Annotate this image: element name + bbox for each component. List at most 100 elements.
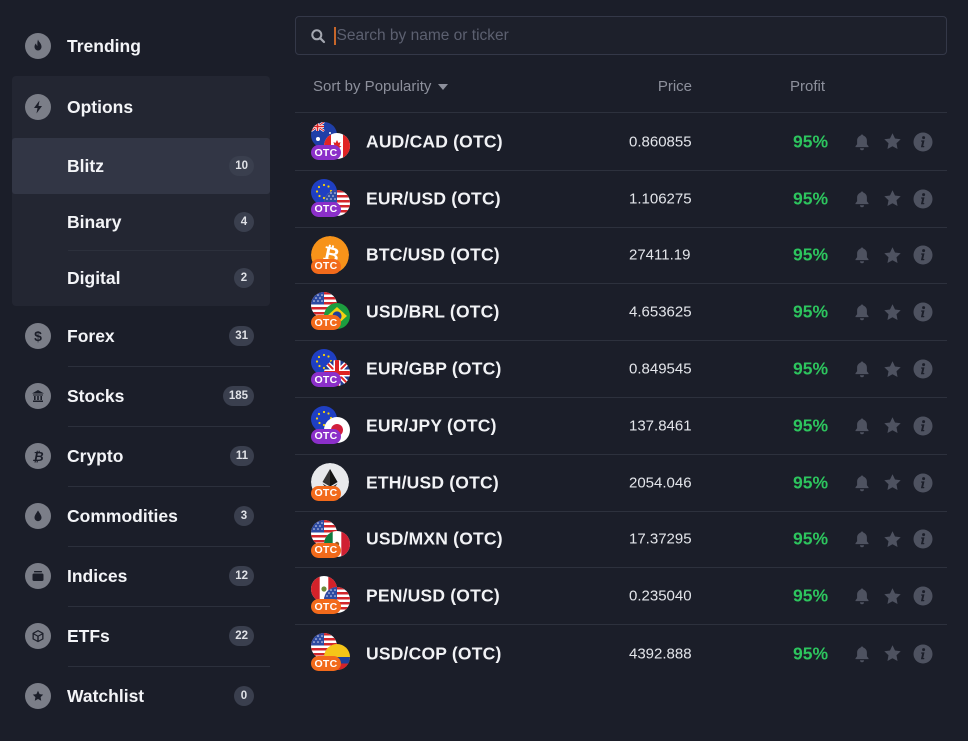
- asset-profit: 95%: [793, 188, 829, 209]
- asset-icon: OTC: [311, 519, 351, 560]
- asset-profit: 95%: [793, 415, 829, 436]
- otc-badge: OTC: [311, 485, 341, 501]
- bell-icon[interactable]: [851, 131, 873, 153]
- info-icon[interactable]: [912, 301, 934, 323]
- count-badge: 12: [229, 566, 254, 586]
- sidebar-item-stocks[interactable]: Stocks 185: [12, 366, 270, 426]
- cube-icon: [25, 623, 51, 649]
- asset-row[interactable]: OTC AUD/CAD (OTC) 0.860855 95%: [295, 114, 947, 171]
- asset-icon: OTC: [311, 292, 351, 332]
- sidebar-item-label: ETFs: [67, 625, 110, 646]
- star-icon[interactable]: [881, 472, 903, 494]
- bell-icon[interactable]: [851, 244, 873, 266]
- info-icon[interactable]: [912, 528, 934, 550]
- asset-name: EUR/JPY (OTC): [366, 415, 497, 436]
- drop-icon: [25, 503, 51, 529]
- dollar-icon: $: [25, 323, 51, 349]
- sidebar: Trending Options Blitz 10 Binary 4 Digit…: [12, 16, 270, 726]
- asset-name: EUR/GBP (OTC): [366, 358, 502, 379]
- sidebar-item-digital[interactable]: Digital 2: [12, 250, 270, 306]
- asset-icon: OTC: [311, 462, 351, 503]
- asset-row[interactable]: OTC USD/COP (OTC) 4392.888 95%: [295, 625, 947, 682]
- info-icon[interactable]: [912, 415, 934, 437]
- search-icon: [311, 28, 326, 43]
- info-icon[interactable]: [912, 585, 934, 607]
- sidebar-item-blitz[interactable]: Blitz 10: [12, 138, 270, 194]
- star-icon[interactable]: [881, 585, 903, 607]
- asset-price: 137.8461: [629, 417, 692, 435]
- asset-icon: OTC: [311, 405, 351, 446]
- star-icon[interactable]: [881, 358, 903, 380]
- asset-profit: 95%: [793, 244, 829, 265]
- svg-text:$: $: [34, 328, 42, 344]
- asset-row[interactable]: OTC USD/BRL (OTC) 4.653625 95%: [295, 284, 947, 342]
- sidebar-item-crypto[interactable]: ₿ Crypto 11: [12, 426, 270, 486]
- search-input[interactable]: [336, 26, 897, 45]
- bell-icon[interactable]: [851, 188, 873, 210]
- sidebar-item-commodities[interactable]: Commodities 3: [12, 486, 270, 546]
- otc-badge: OTC: [311, 258, 341, 274]
- sidebar-item-trending[interactable]: Trending: [12, 16, 270, 76]
- asset-row[interactable]: OTC PEN/USD (OTC) 0.235040 95%: [295, 568, 947, 626]
- asset-row[interactable]: OTC EUR/JPY (OTC) 137.8461 95%: [295, 398, 947, 455]
- star-icon[interactable]: [881, 643, 903, 665]
- otc-badge: OTC: [311, 542, 341, 558]
- bell-icon[interactable]: [851, 528, 873, 550]
- bell-icon[interactable]: [851, 358, 873, 380]
- star-icon[interactable]: [881, 301, 903, 323]
- sidebar-item-watchlist[interactable]: Watchlist 0: [12, 666, 270, 726]
- info-icon[interactable]: [912, 643, 934, 665]
- bell-icon[interactable]: [851, 415, 873, 437]
- lightning-icon: [25, 94, 51, 120]
- sidebar-item-label: Watchlist: [67, 685, 145, 706]
- sidebar-item-label: Digital: [67, 267, 121, 288]
- asset-row[interactable]: OTC USD/MXN (OTC) 17.37295 95%: [295, 512, 947, 569]
- sidebar-item-forex[interactable]: $ Forex 31: [12, 306, 270, 366]
- info-icon[interactable]: [912, 244, 934, 266]
- asset-row[interactable]: OTC ETH/USD (OTC) 2054.046 95%: [295, 455, 947, 512]
- asset-price: 4392.888: [629, 645, 692, 663]
- asset-name: USD/COP (OTC): [366, 643, 502, 664]
- sidebar-item-label: Options: [67, 96, 134, 117]
- count-badge: 11: [229, 446, 254, 466]
- sidebar-item-label: Forex: [67, 325, 115, 346]
- bitcoin-icon: ₿: [25, 443, 51, 469]
- star-icon[interactable]: [881, 528, 903, 550]
- bell-icon[interactable]: [851, 472, 873, 494]
- asset-list: OTC AUD/CAD (OTC) 0.860855 95% OTC EUR/U…: [295, 114, 947, 682]
- sort-label: Sort by Popularity: [313, 78, 432, 95]
- sort-dropdown[interactable]: Sort by Popularity: [313, 78, 449, 95]
- asset-profit: 95%: [793, 643, 829, 664]
- star-icon[interactable]: [881, 415, 903, 437]
- bell-icon[interactable]: [851, 301, 873, 323]
- asset-price: 2054.046: [629, 474, 692, 492]
- asset-name: BTC/USD (OTC): [366, 244, 500, 265]
- sidebar-item-label: Blitz: [67, 155, 104, 176]
- info-icon[interactable]: [912, 188, 934, 210]
- sidebar-item-indices[interactable]: Indices 12: [12, 546, 270, 606]
- star-icon[interactable]: [881, 131, 903, 153]
- bell-icon[interactable]: [851, 643, 873, 665]
- info-icon[interactable]: [912, 472, 934, 494]
- asset-price: 0.860855: [629, 133, 692, 151]
- layers-icon: [25, 563, 51, 589]
- star-icon[interactable]: [881, 244, 903, 266]
- otc-badge: OTC: [311, 315, 341, 331]
- sidebar-item-binary[interactable]: Binary 4: [12, 194, 270, 250]
- asset-row[interactable]: OTC EUR/GBP (OTC) 0.849545 95%: [295, 341, 947, 398]
- asset-icon: OTC: [311, 122, 351, 162]
- bell-icon[interactable]: [851, 585, 873, 607]
- asset-price: 0.849545: [629, 360, 692, 378]
- count-badge: 2: [234, 268, 254, 288]
- info-icon[interactable]: [912, 131, 934, 153]
- info-icon[interactable]: [912, 358, 934, 380]
- asset-profit: 95%: [793, 585, 829, 606]
- asset-row[interactable]: OTC EUR/USD (OTC) 1.106275 95%: [295, 171, 947, 228]
- star-icon[interactable]: [881, 188, 903, 210]
- star-icon: [25, 683, 51, 709]
- asset-row[interactable]: ₿ OTC BTC/USD (OTC) 27411.19 95%: [295, 228, 947, 285]
- sidebar-item-etfs[interactable]: ETFs 22: [12, 606, 270, 666]
- asset-icon: ₿ OTC: [311, 235, 351, 276]
- sidebar-item-options[interactable]: Options: [12, 76, 270, 138]
- count-badge: 4: [234, 212, 254, 232]
